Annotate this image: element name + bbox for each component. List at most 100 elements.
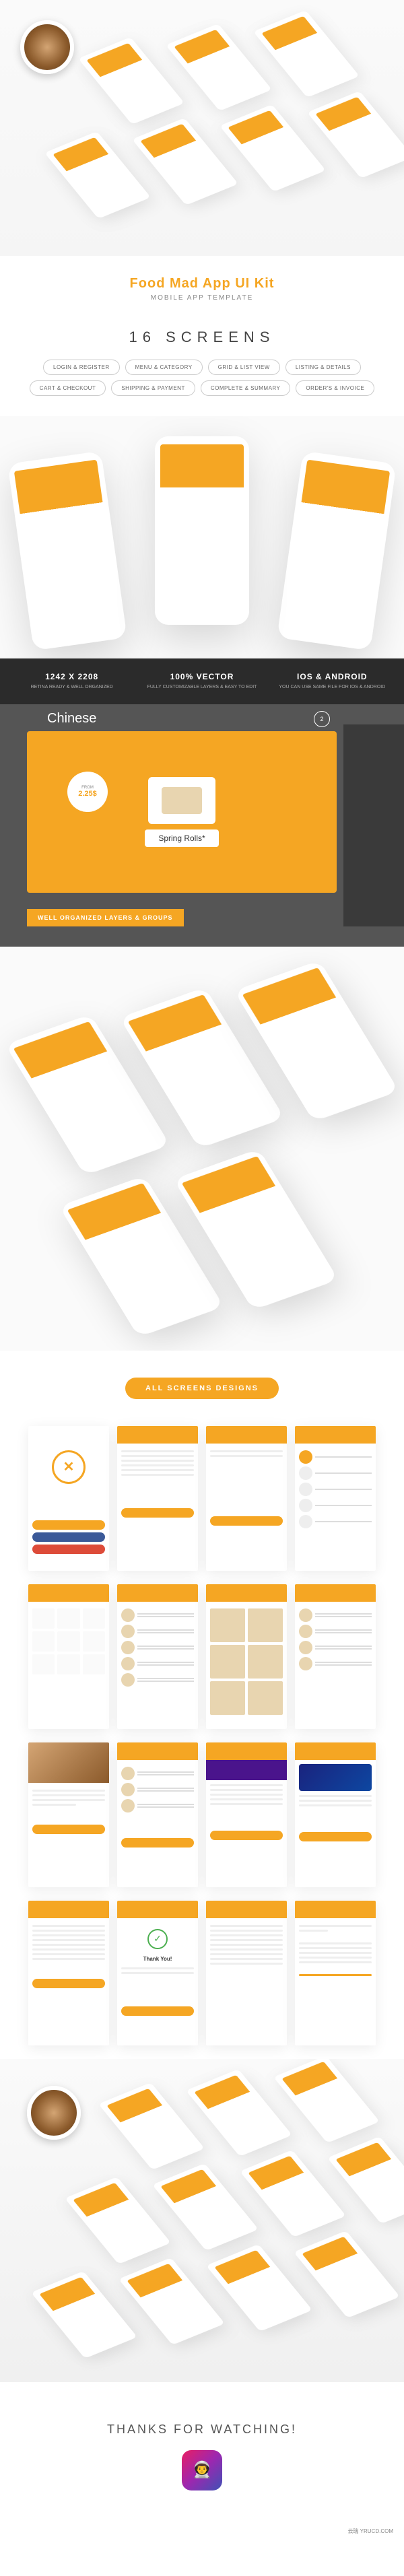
continue-button xyxy=(210,1831,283,1840)
organized-layers-badge: WELL ORGANIZED LAYERS & GROUPS xyxy=(27,909,184,926)
screen-menu xyxy=(295,1426,376,1571)
iso-phone-mockup xyxy=(186,2069,292,2157)
screen-categories xyxy=(28,1584,109,1729)
food-hero-image xyxy=(28,1742,109,1783)
iso-phone-mockup xyxy=(78,37,184,125)
feature-pill: COMPLETE & SUMMARY xyxy=(201,380,291,396)
feature-desc: RETINA READY & WELL ORGANIZED xyxy=(12,684,131,691)
iso-phone-mockup xyxy=(253,10,360,98)
feature-pill: LOGIN & REGISTER xyxy=(43,360,120,375)
cart-icon: 2 xyxy=(314,711,330,727)
screen-cart xyxy=(117,1742,198,1887)
iso-phone-mockup xyxy=(294,2231,400,2318)
pay-button xyxy=(299,1832,372,1841)
layers-panel xyxy=(343,724,404,926)
success-check-icon: ✓ xyxy=(147,1929,168,1949)
feature-pill: SHIPPING & PAYMENT xyxy=(111,380,195,396)
title-block: Food Mad App UI Kit MOBILE APP TEMPLATE xyxy=(0,256,404,315)
screens-row xyxy=(20,1584,384,1729)
feature-col: IOS & ANDROID YOU CAN USE SAME FILE FOR … xyxy=(267,672,397,691)
food-item-image xyxy=(148,777,215,824)
section-pill: ALL SCREENS DESIGNS xyxy=(125,1378,279,1399)
feature-pill: LISTING & DETAILS xyxy=(285,360,361,375)
screens-row xyxy=(20,1742,384,1887)
feature-desc: YOU CAN USE SAME FILE FOR IOS & ANDROID xyxy=(273,684,392,691)
bottom-isometric-mockup xyxy=(0,2059,404,2382)
feature-col: 100% VECTOR FULLY CUSTOMIZABLE LAYERS & … xyxy=(137,672,267,691)
badge-text: WELL ORGANIZED LAYERS & GROUPS xyxy=(38,914,173,921)
credit-card-icon xyxy=(299,1764,372,1791)
add-to-cart-button xyxy=(32,1825,105,1834)
latte-art-badge xyxy=(27,2086,81,2140)
thanks-section: THANKS FOR WATCHING! 👨‍🚀 云瑞 YRUCD.COM xyxy=(0,2382,404,2544)
iso-phone-mockup xyxy=(273,2059,380,2143)
feature-pill: MENU & CATEGORY xyxy=(125,360,203,375)
screen-welcome xyxy=(28,1426,109,1571)
screen-summary xyxy=(28,1901,109,2045)
feature-heading: IOS & ANDROID xyxy=(273,672,392,681)
phone-mockup-left xyxy=(7,451,127,651)
done-button xyxy=(121,2006,194,2016)
phone-mockup-right xyxy=(277,451,397,651)
price-value: 2.25$ xyxy=(78,790,97,798)
iso-phone-mockup xyxy=(152,2163,259,2251)
screen-thankyou: ✓ Thank You! xyxy=(117,1901,198,2045)
feature-heading: 1242 X 2208 xyxy=(12,672,131,681)
menu-icon xyxy=(299,1483,312,1496)
product-subtitle: MOBILE APP TEMPLATE xyxy=(13,294,391,302)
screen-list-2 xyxy=(295,1584,376,1729)
logo-icon xyxy=(52,1450,86,1484)
screens-count: 16 SCREENS xyxy=(0,329,404,346)
checkout-button xyxy=(121,1838,194,1848)
screen-login xyxy=(206,1426,287,1571)
iso-phone-mockup xyxy=(119,2258,225,2345)
feature-pill: CART & CHECKOUT xyxy=(30,380,106,396)
login-button xyxy=(210,1516,283,1526)
iso-phone-mockup xyxy=(240,2150,346,2237)
google-button xyxy=(32,1545,105,1554)
register-button xyxy=(121,1508,194,1518)
screen-shipping xyxy=(206,1742,287,1887)
screen-orders xyxy=(206,1901,287,2045)
iso-phone-mockup xyxy=(98,2082,205,2170)
isometric-mockup-2 xyxy=(0,947,404,1351)
astronaut-app-icon: 👨‍🚀 xyxy=(182,2450,222,2490)
signin-button xyxy=(32,1520,105,1530)
feature-pill: ORDER'S & INVOICE xyxy=(296,380,374,396)
feature-pill: GRID & LIST VIEW xyxy=(208,360,280,375)
thanks-text: THANKS FOR WATCHING! xyxy=(0,2422,404,2437)
menu-icon xyxy=(299,1499,312,1512)
iso-phone-mockup xyxy=(206,2244,312,2332)
thankyou-title: Thank You! xyxy=(121,1956,194,1962)
screen-list xyxy=(117,1584,198,1729)
editor-canvas: FROM 2.25$ Spring Rolls* xyxy=(27,731,337,893)
price-tag: FROM 2.25$ xyxy=(67,772,108,812)
triple-phone-mockup xyxy=(0,416,404,658)
menu-icon xyxy=(299,1515,312,1528)
cart-count: 2 xyxy=(320,716,323,722)
all-screens-header: ALL SCREENS DESIGNS xyxy=(0,1351,404,1426)
menu-icon xyxy=(299,1466,312,1480)
screen-grid xyxy=(206,1584,287,1729)
screens-grid: ✓ Thank You! xyxy=(0,1426,404,2045)
iso-phone-mockup xyxy=(166,24,272,111)
screens-count-text: 16 SCREENS xyxy=(0,329,404,346)
watermark: 云瑞 YRUCD.COM xyxy=(343,2525,397,2538)
food-item-name: Spring Rolls* xyxy=(145,829,218,847)
screen-register xyxy=(117,1426,198,1571)
hero-isometric-mockup xyxy=(0,0,404,256)
editor-layers-mockup: Chinese 2 FROM 2.25$ Spring Rolls* WELL … xyxy=(0,704,404,947)
screens-row xyxy=(20,1426,384,1571)
feature-desc: FULLY CUSTOMIZABLE LAYERS & EASY TO EDIT xyxy=(142,684,261,691)
iso-phone-mockup xyxy=(44,131,151,219)
feature-col: 1242 X 2208 RETINA READY & WELL ORGANIZE… xyxy=(7,672,137,691)
product-title: Food Mad App UI Kit xyxy=(13,276,391,292)
dark-feature-strip: 1242 X 2208 RETINA READY & WELL ORGANIZE… xyxy=(0,658,404,704)
confirm-button xyxy=(32,1979,105,1988)
facebook-button xyxy=(32,1532,105,1542)
menu-icon xyxy=(299,1450,312,1464)
screen-detail xyxy=(28,1742,109,1887)
iso-phone-mockup xyxy=(31,2271,137,2359)
feature-heading: 100% VECTOR xyxy=(142,672,261,681)
screen-invoice xyxy=(295,1901,376,2045)
